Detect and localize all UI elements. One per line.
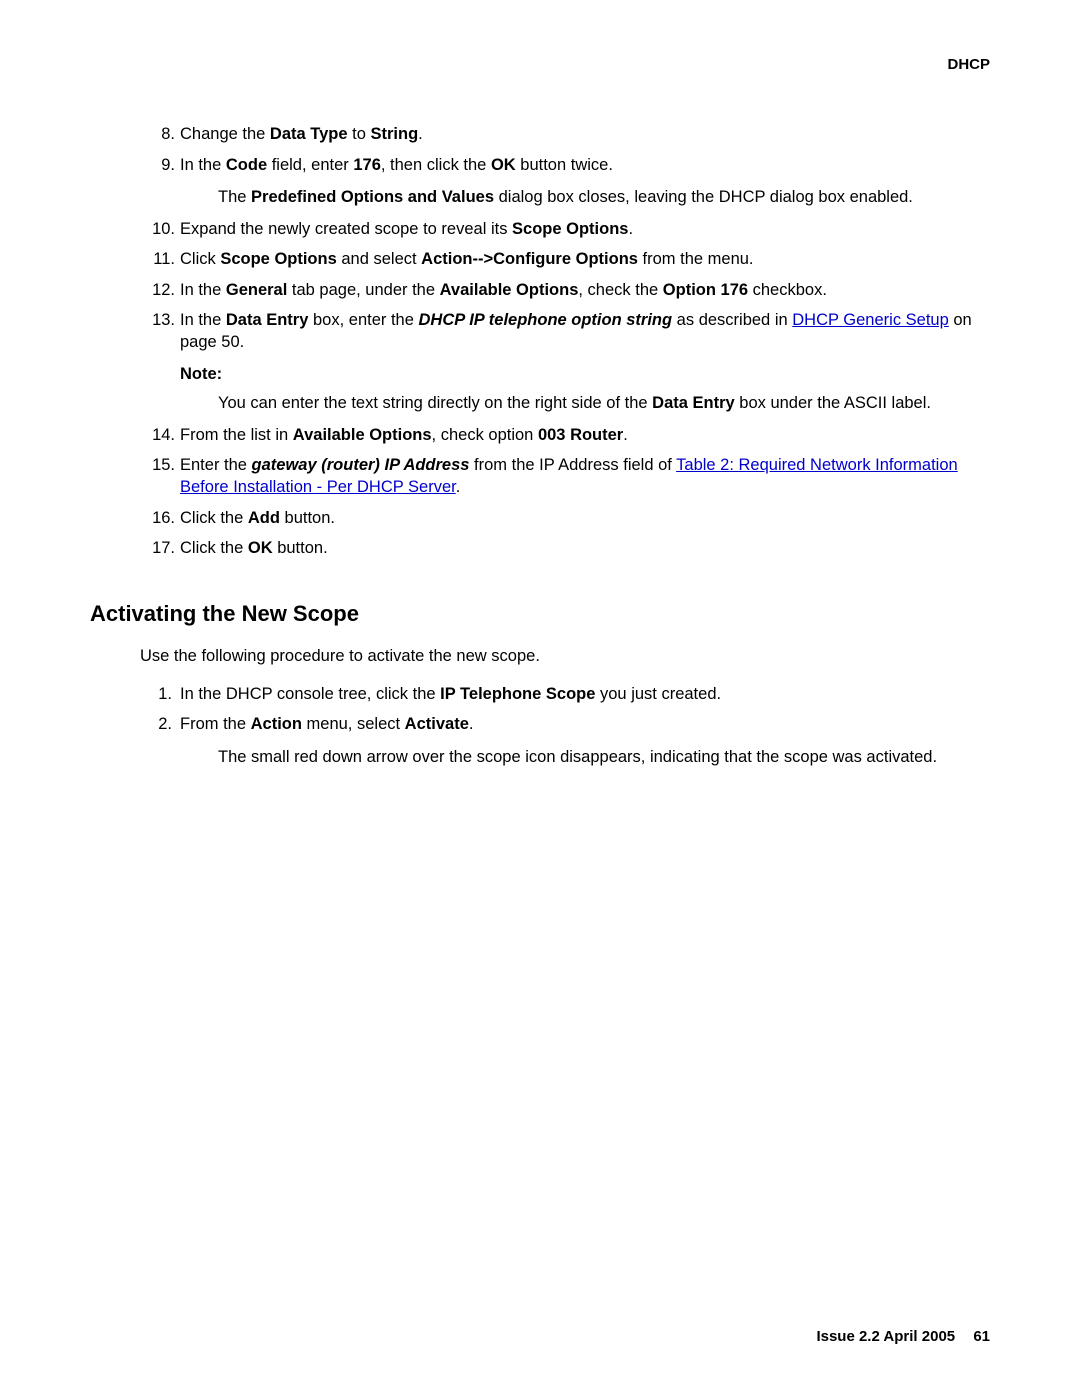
item-text: In the Data Entry box, enter the DHCP IP…	[180, 311, 972, 351]
item-number: 14.	[135, 424, 175, 446]
item-text: Enter the gateway (router) IP Address fr…	[180, 456, 958, 496]
page-footer: Issue 2.2 April 2005 61	[816, 1327, 990, 1347]
procedure-list-1: 8. Change the Data Type to String. 9. In th…	[90, 123, 990, 559]
item-number: 11.	[135, 248, 175, 270]
list-item: 1. In the DHCP console tree, click the IP…	[90, 683, 990, 705]
item-text: In the General tab page, under the Avail…	[180, 281, 827, 299]
item-text: Change the Data Type to String.	[180, 125, 423, 143]
list-item: 13.In the Data Entry box, enter the DHCP…	[90, 309, 990, 414]
item-text: Click the Add button.	[180, 509, 335, 527]
list-item: 12. In the General tab page, under the Av…	[90, 279, 990, 301]
item-number: 15.	[135, 454, 175, 476]
item-subtext: The Predefined Options and Values dialog…	[218, 186, 990, 208]
section-intro: Use the following procedure to activate …	[140, 645, 990, 667]
item-number: 2.	[148, 713, 172, 735]
item-text: Click Scope Options and select Action-->…	[180, 250, 754, 268]
item-number: 12.	[135, 279, 175, 301]
item-text: From the list in Available Options, chec…	[180, 426, 628, 444]
item-text: Expand the newly created scope to reveal…	[180, 220, 633, 238]
footer-page-number: 61	[973, 1327, 990, 1347]
page-header: DHCP	[90, 55, 990, 75]
item-number: 10.	[135, 218, 175, 240]
list-item: 15.Enter the gateway (router) IP Address…	[90, 454, 990, 499]
item-number: 16.	[135, 507, 175, 529]
list-item: 17. Click the OK button.	[90, 537, 990, 559]
footer-text: Issue 2.2 April 2005	[816, 1328, 955, 1345]
list-item: 8. Change the Data Type to String.	[90, 123, 990, 145]
item-number: 9.	[135, 154, 175, 176]
item-text: From the Action menu, select Activate.	[180, 715, 473, 733]
item-number: 8.	[135, 123, 175, 145]
link-dhcp-generic-setup[interactable]: DHCP Generic Setup	[792, 311, 949, 329]
page: DHCP 8. Change the Data Type to String. 9.…	[0, 0, 1080, 1397]
item-text: In the Code field, enter 176, then click…	[180, 156, 613, 174]
list-item: 2. From the Action menu, select Activate.…	[90, 713, 990, 768]
section-heading: Activating the New Scope	[90, 599, 990, 629]
list-item: 16. Click the Add button.	[90, 507, 990, 529]
item-number: 17.	[135, 537, 175, 559]
note-text: You can enter the text string directly o…	[218, 392, 990, 414]
item-number: 13.	[135, 309, 175, 331]
list-item: 14. From the list in Available Options, c…	[90, 424, 990, 446]
list-item: 9. In the Code field, enter 176, then cli…	[90, 154, 990, 209]
list-item: 11. Click Scope Options and select Action…	[90, 248, 990, 270]
item-number: 1.	[148, 683, 172, 705]
procedure-list-2: 1. In the DHCP console tree, click the IP…	[90, 683, 990, 768]
note-label: Note:	[180, 363, 990, 385]
item-text: In the DHCP console tree, click the IP T…	[180, 685, 721, 703]
item-subtext: The small red down arrow over the scope …	[218, 746, 990, 768]
item-text: Click the OK button.	[180, 539, 328, 557]
list-item: 10. Expand the newly created scope to rev…	[90, 218, 990, 240]
